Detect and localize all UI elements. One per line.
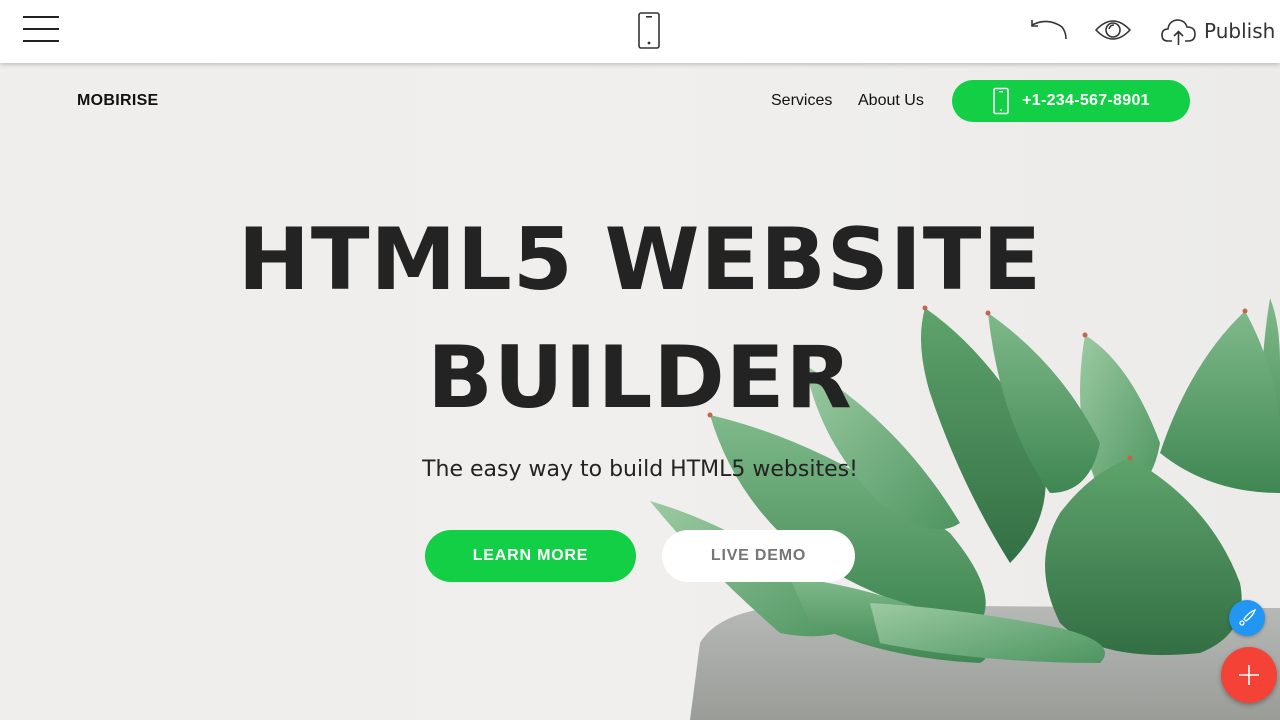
- hero-section: MOBIRISE Services About Us +1-234-567-89…: [0, 63, 1280, 720]
- hamburger-menu-icon[interactable]: [22, 15, 60, 45]
- hero-title-line-2: BUILDER: [427, 328, 853, 428]
- add-block-button[interactable]: [1221, 647, 1277, 703]
- hero-title: HTML5 WEBSITE BUILDER: [0, 201, 1280, 437]
- nav-link-about-us[interactable]: About Us: [858, 92, 924, 110]
- learn-more-button[interactable]: LEARN MORE: [425, 530, 636, 582]
- publish-label: Publish: [1204, 19, 1276, 43]
- menu-line: [23, 28, 59, 30]
- publish-button[interactable]: Publish: [1160, 14, 1275, 48]
- nav-link-services[interactable]: Services: [771, 92, 832, 110]
- live-demo-button[interactable]: LIVE DEMO: [662, 530, 855, 582]
- menu-line: [23, 16, 59, 18]
- editor-toolbar: Publish: [0, 0, 1280, 63]
- undo-icon[interactable]: [1026, 15, 1068, 45]
- plus-icon: [1239, 665, 1259, 685]
- hero-subtitle: The easy way to build HTML5 websites!: [422, 457, 858, 482]
- eye-icon[interactable]: [1094, 14, 1132, 46]
- mobile-device-icon[interactable]: [636, 11, 662, 51]
- edit-style-button[interactable]: [1229, 600, 1265, 636]
- menu-line: [23, 40, 59, 42]
- site-navbar: MOBIRISE Services About Us +1-234-567-89…: [0, 63, 1280, 139]
- cloud-upload-icon: [1161, 19, 1196, 45]
- phone-number: +1-234-567-8901: [1022, 92, 1150, 109]
- paintbrush-icon: [1239, 608, 1257, 626]
- mobile-phone-icon: [993, 87, 1009, 115]
- phone-button[interactable]: +1-234-567-8901: [952, 80, 1190, 122]
- site-brand[interactable]: MOBIRISE: [77, 92, 159, 110]
- hero-title-line-1: HTML5 WEBSITE: [237, 210, 1043, 310]
